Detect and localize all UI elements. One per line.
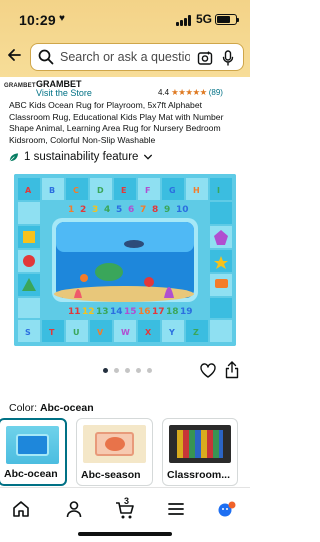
- svg-text:3: 3: [92, 205, 98, 215]
- svg-text:7: 7: [140, 205, 146, 215]
- network-label: 5G: [196, 12, 213, 26]
- microphone-icon[interactable]: [222, 50, 234, 66]
- back-arrow-icon[interactable]: [6, 47, 22, 63]
- svg-text:18: 18: [166, 307, 179, 317]
- rating-value: 4.4: [158, 88, 170, 97]
- svg-text:6: 6: [128, 205, 134, 215]
- color-label: Color:: [9, 402, 38, 414]
- home-indicator: [78, 532, 172, 536]
- variant-swatches: Abc-ocean Abc-season Classroom...: [0, 418, 250, 486]
- variant-thumbnail: [83, 425, 146, 463]
- review-count[interactable]: (89): [209, 88, 223, 97]
- svg-text:A: A: [25, 186, 32, 195]
- variant-classroom[interactable]: Classroom...: [162, 418, 238, 486]
- svg-text:I: I: [217, 186, 220, 195]
- home-icon[interactable]: [11, 499, 31, 519]
- svg-text:D: D: [97, 186, 104, 195]
- svg-text:S: S: [25, 328, 31, 337]
- app-header: 10:29 ♥ 5G: [0, 0, 250, 77]
- svg-text:10: 10: [176, 205, 189, 215]
- brand-logo[interactable]: GRAMBET: [4, 83, 36, 89]
- color-selection-label: Color: Abc-ocean: [9, 402, 94, 414]
- cart-count-badge: 3: [124, 496, 130, 506]
- variant-abc-ocean[interactable]: Abc-ocean: [0, 418, 67, 486]
- svg-text:15: 15: [124, 307, 137, 317]
- svg-text:V: V: [97, 328, 104, 337]
- variant-thumbnail: [6, 426, 59, 464]
- svg-text:11: 11: [68, 307, 81, 317]
- account-icon[interactable]: [64, 499, 84, 519]
- share-icon[interactable]: [225, 361, 239, 379]
- sustainability-label: 1 sustainability feature: [24, 151, 139, 163]
- color-value: Abc-ocean: [39, 402, 94, 414]
- variant-label: Classroom...: [167, 469, 231, 481]
- svg-text:H: H: [193, 186, 200, 195]
- svg-text:B: B: [49, 186, 55, 195]
- chevron-down-icon: [144, 154, 153, 160]
- variant-abc-season[interactable]: Abc-season: [76, 418, 153, 486]
- leaf-icon: [9, 152, 19, 161]
- menu-icon[interactable]: [166, 499, 186, 519]
- svg-text:12: 12: [82, 307, 95, 317]
- product-image[interactable]: 12 34 56 78 9 10 11 12 13 14 15 16 17 18 19 A…: [14, 174, 236, 346]
- heart-status-icon: ♥: [59, 13, 65, 24]
- svg-text:9: 9: [164, 205, 170, 215]
- svg-text:F: F: [145, 186, 150, 195]
- visit-store-link[interactable]: Visit the Store: [36, 88, 92, 98]
- svg-text:4: 4: [104, 205, 110, 215]
- svg-text:X: X: [145, 328, 152, 337]
- svg-text:16: 16: [138, 307, 151, 317]
- variant-label: Abc-ocean: [4, 468, 58, 480]
- carousel-dot[interactable]: [114, 368, 119, 373]
- svg-text:W: W: [121, 328, 130, 337]
- svg-text:E: E: [121, 186, 126, 195]
- svg-text:U: U: [73, 328, 80, 337]
- svg-text:13: 13: [96, 307, 109, 317]
- search-bar[interactable]: [30, 43, 244, 71]
- variant-label: Abc-season: [81, 469, 141, 481]
- svg-text:T: T: [49, 328, 55, 337]
- svg-text:2: 2: [80, 205, 86, 215]
- camera-search-icon[interactable]: [197, 50, 213, 66]
- svg-text:19: 19: [180, 307, 193, 317]
- status-bar: 10:29 ♥ 5G: [0, 0, 250, 36]
- svg-text:G: G: [169, 186, 176, 195]
- signal-icon: [176, 15, 192, 26]
- search-icon: [38, 49, 54, 65]
- search-input[interactable]: [60, 50, 190, 64]
- rug-illustration: 12 34 56 78 9 10 11 12 13 14 15 16 17 18 19 A…: [14, 174, 236, 346]
- carousel-dot[interactable]: [136, 368, 141, 373]
- rating-summary[interactable]: 4.4 ★★★★★ (89): [158, 87, 223, 98]
- sustainability-feature-toggle[interactable]: 1 sustainability feature: [8, 151, 153, 163]
- status-time: 10:29: [19, 12, 56, 28]
- product-title: ABC Kids Ocean Rug for Playroom, 5x7ft A…: [9, 100, 224, 145]
- svg-text:8: 8: [152, 205, 158, 215]
- image-carousel-dots: [103, 368, 152, 373]
- svg-text:5: 5: [116, 205, 122, 215]
- svg-text:Z: Z: [193, 328, 199, 337]
- svg-text:14: 14: [110, 307, 123, 317]
- svg-text:Y: Y: [168, 328, 175, 337]
- variant-thumbnail: [169, 425, 231, 463]
- ai-assistant-icon[interactable]: [217, 499, 237, 519]
- carousel-dot[interactable]: [103, 368, 108, 373]
- carousel-dot[interactable]: [125, 368, 130, 373]
- svg-text:C: C: [73, 186, 79, 195]
- svg-text:17: 17: [152, 307, 165, 317]
- svg-text:1: 1: [68, 205, 74, 215]
- star-rating-icon: ★★★★★: [171, 87, 207, 97]
- wishlist-heart-icon[interactable]: [200, 363, 216, 378]
- carousel-dot[interactable]: [147, 368, 152, 373]
- battery-icon: [215, 14, 239, 25]
